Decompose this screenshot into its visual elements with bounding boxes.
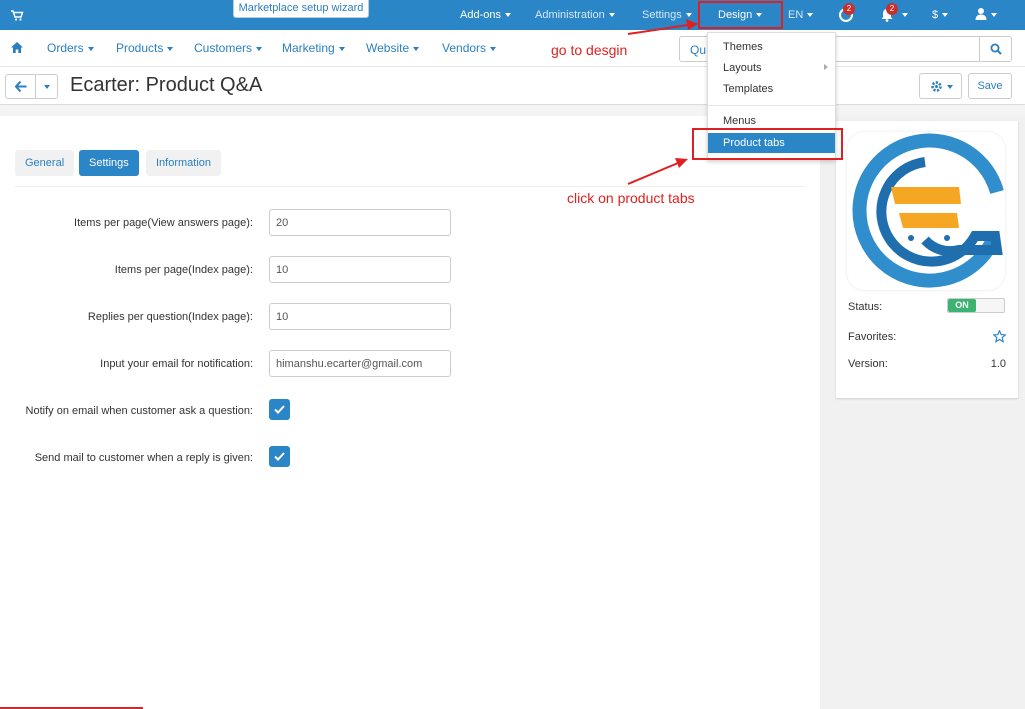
chevron-down-icon bbox=[947, 85, 953, 89]
chevron-down-icon[interactable] bbox=[44, 85, 50, 89]
favorites-label: Favorites: bbox=[848, 331, 897, 343]
addon-info-card: Status: ON Favorites: Version: 1.0 bbox=[836, 121, 1018, 398]
tab-information[interactable]: Information bbox=[146, 150, 222, 176]
save-button[interactable]: Save bbox=[968, 73, 1012, 99]
annotation-arrow-2-head bbox=[675, 158, 688, 168]
notifications-badge: 2 bbox=[886, 3, 898, 15]
top-bar: Marketplace setup wizard Add-ons Adminis… bbox=[0, 0, 1025, 30]
status-toggle[interactable]: ON bbox=[947, 298, 1005, 313]
ecarter-logo-icon bbox=[852, 133, 1004, 288]
marketplace-setup-wizard-button[interactable]: Marketplace setup wizard bbox=[233, 0, 369, 18]
user-icon[interactable] bbox=[975, 7, 987, 21]
chevron-down-icon bbox=[167, 46, 174, 51]
nav-orders[interactable]: Orders bbox=[47, 41, 94, 55]
nav-website[interactable]: Website bbox=[366, 41, 420, 55]
chevron-down-icon bbox=[685, 13, 692, 18]
field-label-items-per-page-view: Items per page(View answers page): bbox=[74, 217, 253, 229]
quick-search-text: Qu bbox=[690, 43, 707, 57]
items-per-page-index-input[interactable] bbox=[269, 256, 451, 283]
status-label: Status: bbox=[848, 301, 883, 313]
chevron-down-icon bbox=[256, 46, 263, 51]
annotation-step2-text: click on product tabs bbox=[567, 190, 695, 206]
button-separator bbox=[35, 75, 36, 98]
chevron-right-icon bbox=[824, 64, 828, 70]
search-button[interactable] bbox=[979, 37, 1011, 61]
tab-settings[interactable]: Settings bbox=[79, 150, 139, 176]
topnav-currency[interactable]: $ bbox=[932, 0, 949, 30]
tab-general[interactable]: General bbox=[15, 150, 75, 176]
chevron-down-icon bbox=[807, 13, 814, 18]
content-top-strip bbox=[0, 106, 1025, 116]
checkmark-icon bbox=[274, 452, 285, 461]
addon-logo bbox=[847, 132, 1005, 290]
chevron-down-icon bbox=[942, 13, 949, 18]
topnav-settings[interactable]: Settings bbox=[642, 0, 692, 30]
items-per-page-view-input[interactable] bbox=[269, 209, 451, 236]
field-label-send-mail-on-reply: Send mail to customer when a reply is gi… bbox=[34, 452, 253, 464]
nav-products[interactable]: Products bbox=[116, 41, 174, 55]
arrow-left-icon bbox=[15, 81, 27, 92]
back-button[interactable] bbox=[5, 74, 58, 99]
notification-email-input[interactable] bbox=[269, 350, 451, 377]
settings-gear-button[interactable] bbox=[919, 73, 962, 99]
chevron-down-icon bbox=[338, 46, 345, 51]
chevron-down-icon bbox=[413, 46, 420, 51]
page-title: Ecarter: Product Q&A bbox=[70, 74, 263, 96]
chevron-down-icon bbox=[504, 13, 511, 18]
annotation-highlight-design bbox=[698, 1, 783, 29]
gear-icon bbox=[931, 81, 942, 92]
topnav-add-ons[interactable]: Add-ons bbox=[460, 0, 511, 30]
nav-customers[interactable]: Customers bbox=[194, 41, 263, 55]
menu-divider bbox=[708, 105, 835, 106]
menu-item-layouts[interactable]: Layouts bbox=[723, 62, 762, 74]
chevron-down-icon bbox=[490, 46, 497, 51]
annotation-step1-text: go to desgin bbox=[551, 42, 628, 58]
field-label-notify-on-question: Notify on email when customer ask a ques… bbox=[25, 405, 253, 417]
chevron-down-icon bbox=[87, 46, 94, 51]
annotation-arrow-2-line bbox=[627, 162, 679, 185]
page-header: Ecarter: Product Q&A Save bbox=[0, 67, 1025, 105]
menu-item-themes[interactable]: Themes bbox=[723, 41, 763, 53]
version-label: Version: bbox=[848, 358, 888, 370]
field-label-notification-email: Input your email for notification: bbox=[100, 358, 253, 370]
tabs-divider bbox=[15, 186, 805, 187]
topnav-administration[interactable]: Administration bbox=[535, 0, 615, 30]
help-badge: 2 bbox=[843, 3, 855, 15]
chevron-down-icon bbox=[991, 13, 997, 17]
replies-per-question-input[interactable] bbox=[269, 303, 451, 330]
version-value: 1.0 bbox=[990, 358, 1006, 370]
chevron-down-icon bbox=[902, 13, 908, 17]
field-label-items-per-page-index: Items per page(Index page): bbox=[114, 264, 253, 276]
send-mail-on-reply-checkbox[interactable] bbox=[269, 446, 290, 467]
cart-icon[interactable] bbox=[10, 8, 24, 22]
nav-vendors[interactable]: Vendors bbox=[442, 41, 497, 55]
star-icon[interactable] bbox=[993, 330, 1006, 343]
menu-item-templates[interactable]: Templates bbox=[723, 83, 773, 95]
home-icon[interactable] bbox=[11, 42, 23, 53]
status-on-indicator: ON bbox=[948, 299, 976, 312]
search-icon bbox=[990, 43, 1002, 55]
nav-marketing[interactable]: Marketing bbox=[282, 41, 345, 55]
menu-item-menus[interactable]: Menus bbox=[723, 115, 756, 127]
field-label-replies-per-question: Replies per question(Index page): bbox=[87, 311, 253, 323]
notify-on-question-checkbox[interactable] bbox=[269, 399, 290, 420]
topnav-language[interactable]: EN bbox=[788, 0, 814, 30]
annotation-highlight-product-tabs bbox=[692, 128, 843, 160]
chevron-down-icon bbox=[608, 13, 615, 18]
checkmark-icon bbox=[274, 405, 285, 414]
